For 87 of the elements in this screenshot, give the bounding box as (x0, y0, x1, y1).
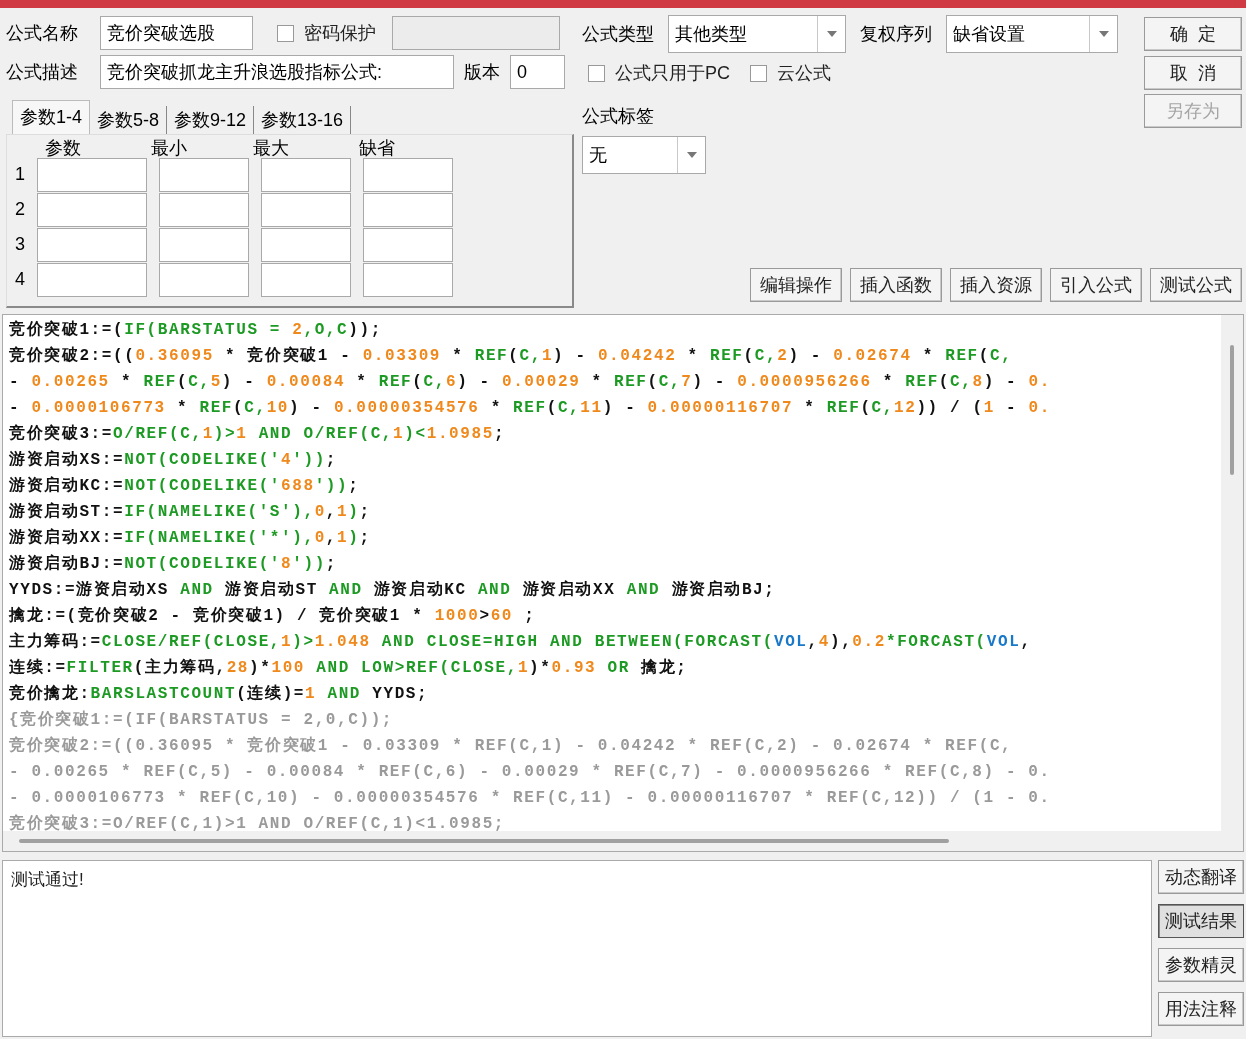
side-button[interactable]: 测试结果 (1158, 904, 1244, 938)
code-line: - 0.0000106773 * REF(C,10) - 0.00000354576 * REF(C,11) - 0.00000116707 * REF(C,12)) / (1 - 0. (9, 398, 1052, 419)
code-line: 游资启动XS:=NOT(CODELIKE('4')); (9, 449, 339, 471)
scrollbar-thumb[interactable] (19, 839, 949, 843)
code-line: 竞价擒龙:BARSLASTCOUNT(连续)=1 AND YYDS; (9, 683, 430, 705)
param-max-field[interactable] (261, 227, 351, 262)
comment-line: - 0.00265 * REF(C,5) - 0.00084 * REF(C,6) - 0.00029 * REF(C,7) - 0.0000956266 * REF(C,8) - 0. (9, 762, 1052, 783)
field-label: 公式名称 (6, 21, 79, 45)
code-line: 竞价突破1:=(IF(BARSTATUS = 2,O,C)); (9, 319, 383, 341)
field-label: 公式标签 (582, 105, 654, 128)
row-number: 2 (15, 198, 25, 221)
toolbar-button[interactable]: 引入公式 (1050, 268, 1142, 302)
output-message: 测试通过! (11, 870, 84, 889)
checkbox[interactable] (750, 64, 767, 82)
description-field[interactable]: 竞价突破抓龙主升浪选股指标公式: (100, 55, 454, 89)
horizontal-scrollbar[interactable] (3, 831, 1243, 851)
code-line: 游资启动XX:=IF(NAMELIKE('*'),0,1); (9, 527, 372, 549)
formula-type-select[interactable]: 其他类型 (668, 15, 846, 53)
vertical-scrollbar[interactable] (1221, 315, 1243, 831)
code-line: 游资启动ST:=IF(NAMELIKE('S'),0,1); (9, 501, 372, 523)
toolbar-button[interactable]: 测试公式 (1150, 268, 1242, 302)
code-line: 游资启动KC:=NOT(CODELIKE('688')); (9, 475, 361, 497)
code-editor[interactable] (2, 314, 1244, 852)
code-line: 竞价突破2:=((0.36095 * 竞价突破1 - 0.03309 * REF(C,1) - 0.04242 * REF(C,2) - 0.02674 * REF(C, (9, 345, 1014, 367)
dropdown-arrow-icon (686, 152, 697, 158)
dialog-button[interactable]: 确 定 (1144, 17, 1242, 51)
column-header: 最大 (253, 139, 290, 157)
param-min-field[interactable] (159, 157, 249, 192)
field-label: 公式类型 (582, 22, 654, 46)
toolbar-button[interactable]: 编辑操作 (750, 268, 842, 302)
version-field[interactable]: 0 (510, 55, 565, 89)
param-name-field[interactable] (37, 192, 147, 227)
tab[interactable]: 参数13-16 (254, 106, 352, 134)
checkbox[interactable] (277, 24, 294, 42)
row-number: 1 (15, 163, 25, 186)
rights-select[interactable]: 缺省设置 (946, 15, 1118, 53)
code-line: 竞价突破3:=O/REF(C,1)>1 AND O/REF(C,1)<1.0985; (9, 423, 507, 445)
column-header: 参数 (44, 139, 82, 157)
dropdown-arrow-icon (1098, 31, 1109, 37)
param-name-field[interactable] (37, 262, 147, 297)
tab[interactable]: 参数9-12 (167, 106, 255, 134)
toolbar-button[interactable]: 插入资源 (950, 268, 1042, 302)
tab[interactable]: 参数1-4 (12, 100, 90, 134)
checkbox-label: 公式只用于PC (615, 61, 730, 85)
row-number: 3 (15, 233, 25, 256)
checkbox[interactable] (588, 64, 605, 82)
checkbox-label: 云公式 (777, 61, 831, 85)
name-field[interactable]: 竞价突破选股 (100, 16, 253, 50)
row-number: 4 (15, 268, 25, 291)
field-label: 公式描述 (6, 60, 79, 84)
checkbox-label: 密码保护 (304, 21, 376, 45)
param-min-field[interactable] (159, 227, 249, 262)
code-line: 主力筹码:=CLOSE/REF(CLOSE,1)>1.048 AND CLOSE=HIGH AND BETWEEN(FORCAST(VOL,4),0.2*FORCAST(VOL, (9, 631, 1033, 653)
param-max-field[interactable] (261, 192, 351, 227)
tab[interactable]: 参数5-8 (90, 106, 168, 134)
code-line: - 0.00265 * REF(C,5) - 0.00084 * REF(C,6) - 0.00029 * REF(C,7) - 0.0000956266 * REF(C,8) - 0. (9, 372, 1052, 393)
password-field[interactable] (392, 16, 560, 50)
side-button[interactable]: 用法注释 (1158, 992, 1244, 1026)
param-default-field[interactable] (363, 192, 453, 227)
param-default-field[interactable] (363, 262, 453, 297)
code-line: 连续:=FILTER(主力筹码,28)*100 AND LOW>REF(CLOSE,1)*0.93 OR 擒龙; (9, 657, 689, 679)
param-name-field[interactable] (37, 157, 147, 192)
param-name-field[interactable] (37, 227, 147, 262)
column-header: 缺省 (359, 139, 396, 157)
param-default-field[interactable] (363, 227, 453, 262)
scrollbar-thumb[interactable] (1230, 345, 1234, 475)
param-default-field[interactable] (363, 157, 453, 192)
dialog-button[interactable]: 取 消 (1144, 56, 1242, 90)
comment-line: 竞价突破2:=((0.36095 * 竞价突破1 - 0.03309 * REF(C,1) - 0.04242 * REF(C,2) - 0.02674 * REF(C, (9, 735, 1014, 757)
comment-line: - 0.0000106773 * REF(C,10) - 0.00000354576 * REF(C,11) - 0.00000116707 * REF(C,12)) / (1 - 0. (9, 788, 1052, 809)
tag-select[interactable]: 无 (582, 136, 706, 174)
side-button[interactable]: 参数精灵 (1158, 948, 1244, 982)
comment-line: 竞价突破3:=O/REF(C,1)>1 AND O/REF(C,1)<1.0985; (9, 813, 507, 831)
code-line: 游资启动BJ:=NOT(CODELIKE('8')); (9, 553, 339, 575)
param-min-field[interactable] (159, 262, 249, 297)
dropdown-arrow-icon (826, 31, 837, 37)
code-line: YYDS:=游资启动XS AND 游资启动ST AND 游资启动KC AND 游资启动XX AND 游资启动BJ; (9, 579, 777, 601)
param-min-field[interactable] (159, 192, 249, 227)
toolbar-button[interactable]: 插入函数 (850, 268, 942, 302)
comment-line: {竞价突破1:=(IF(BARSTATUS = 2,0,C)); (9, 709, 395, 731)
field-label: 版本 (464, 60, 500, 84)
param-max-field[interactable] (261, 262, 351, 297)
code-line: 擒龙:=(竞价突破2 - 竞价突破1) / 竞价突破1 * 1000>60 ; (9, 605, 537, 627)
field-label: 复权序列 (860, 22, 932, 46)
column-header: 最小 (151, 139, 188, 157)
side-button[interactable]: 动态翻译 (1158, 860, 1244, 894)
param-max-field[interactable] (261, 157, 351, 192)
